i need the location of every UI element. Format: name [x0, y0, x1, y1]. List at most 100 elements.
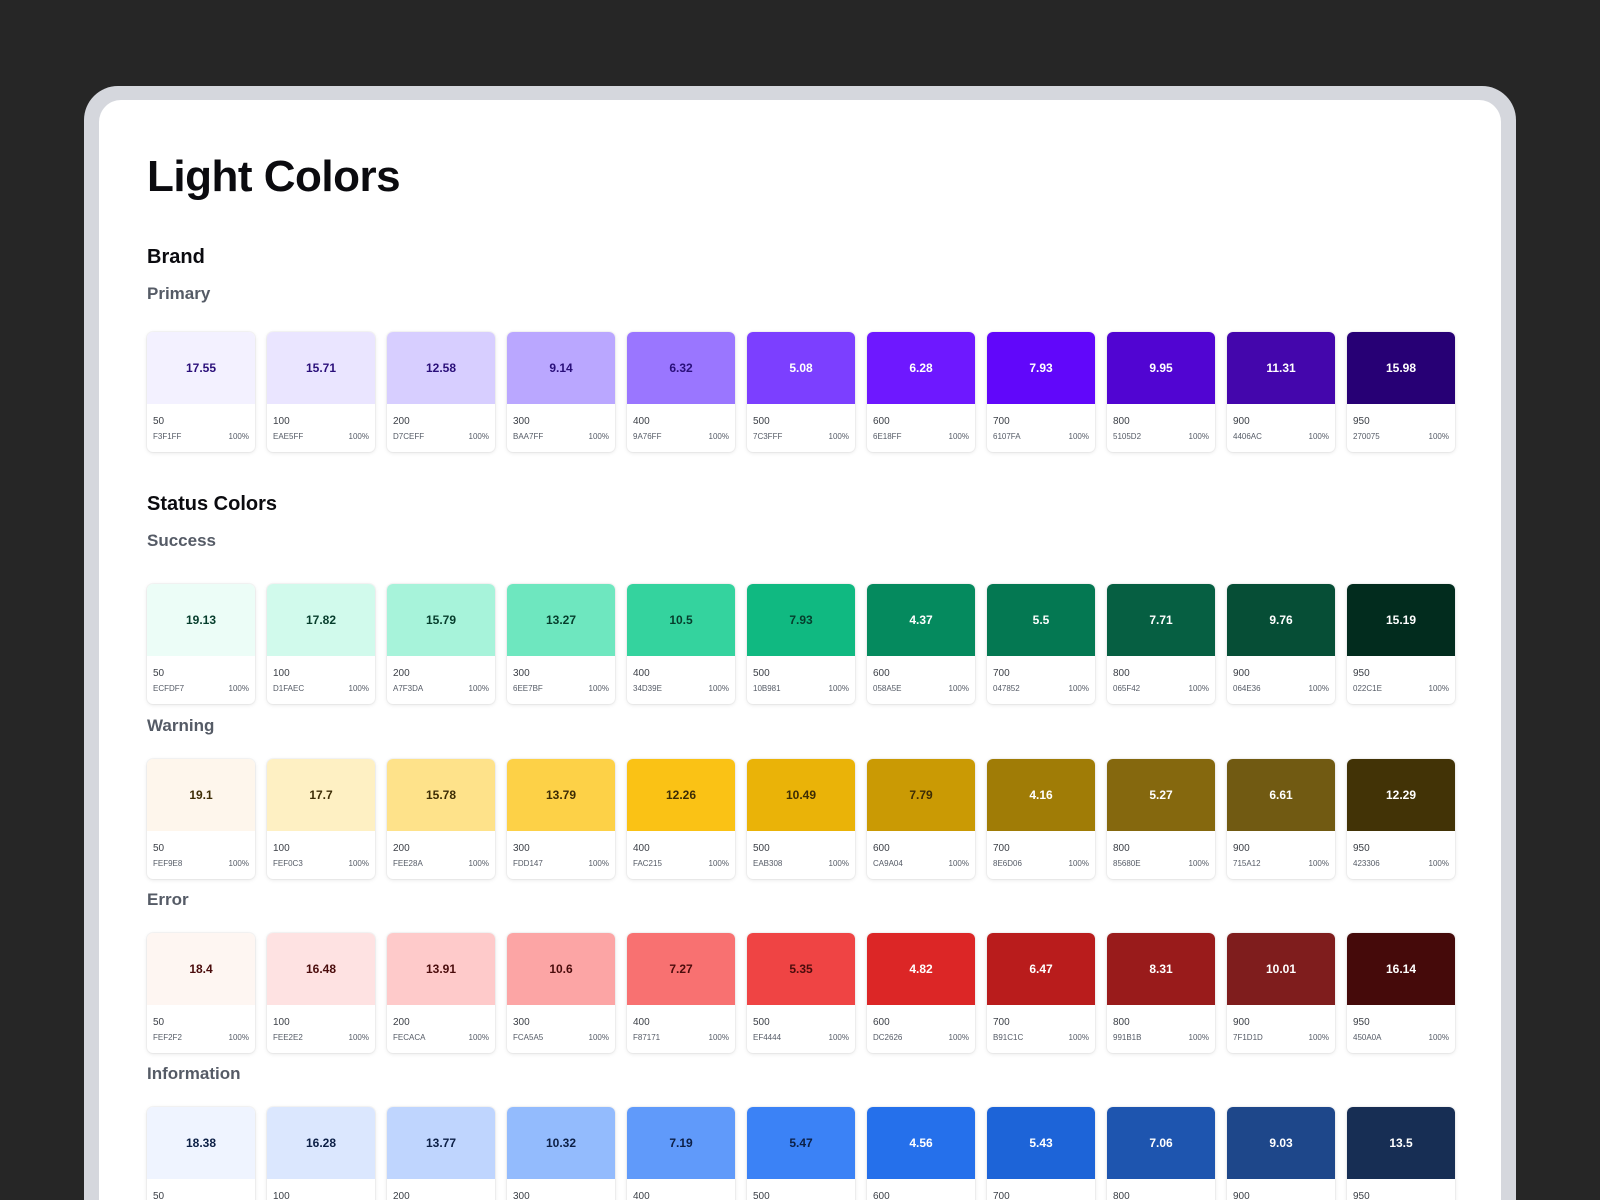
color-swatch[interactable]: 19.1 50 FEF9E8 100%: [147, 759, 255, 879]
color-swatch[interactable]: 5.5 700 047852 100%: [987, 584, 1095, 704]
color-swatch[interactable]: 17.7 100 FEF0C3 100%: [267, 759, 375, 879]
hex-code: FECACA: [393, 1033, 426, 1042]
color-swatch[interactable]: 6.32 400 9A76FF 100%: [627, 332, 735, 452]
swatch-meta: 500 EF4444 100%: [747, 1005, 855, 1042]
hex-opacity-line: FEF0C3 100%: [273, 859, 369, 868]
opacity-value: 100%: [348, 684, 369, 693]
swatch-meta: 400 F87171 100%: [627, 1005, 735, 1042]
color-swatch[interactable]: 9.14 300 BAA7FF 100%: [507, 332, 615, 452]
color-swatch[interactable]: 5.08 500 7C3FFF 100%: [747, 332, 855, 452]
swatch-meta: 200 D7CEFF 100%: [387, 404, 495, 441]
color-swatch[interactable]: 7.71 800 065F42 100%: [1107, 584, 1215, 704]
group-title-primary: Primary: [147, 284, 211, 303]
color-swatch[interactable]: 6.28 600 6E18FF 100%: [867, 332, 975, 452]
color-swatch[interactable]: 10.32 300: [507, 1107, 615, 1200]
shade-step: 100: [273, 668, 290, 679]
color-swatch[interactable]: 4.16 700 8E6D06 100%: [987, 759, 1095, 879]
contrast-ratio: 15.98: [1347, 332, 1455, 404]
color-swatch[interactable]: 4.56 600: [867, 1107, 975, 1200]
hex-code: 7F1D1D: [1233, 1033, 1263, 1042]
swatch-meta: 100 FEF0C3 100%: [267, 831, 375, 868]
color-swatch[interactable]: 16.48 100 FEE2E2 100%: [267, 933, 375, 1053]
color-swatch[interactable]: 9.76 900 064E36 100%: [1227, 584, 1335, 704]
shade-step: 950: [1353, 843, 1370, 854]
shade-step: 950: [1353, 1017, 1370, 1028]
color-swatch[interactable]: 7.27 400 F87171 100%: [627, 933, 735, 1053]
opacity-value: 100%: [588, 859, 609, 868]
group-title-success: Success: [147, 531, 216, 550]
hex-code: 064E36: [1233, 684, 1261, 693]
shade-step: 700: [993, 1017, 1010, 1028]
shade-step: 600: [873, 416, 890, 427]
color-swatch[interactable]: 4.37 600 058A5E 100%: [867, 584, 975, 704]
swatch-meta: 600 CA9A04 100%: [867, 831, 975, 868]
color-swatch[interactable]: 10.01 900 7F1D1D 100%: [1227, 933, 1335, 1053]
color-swatch[interactable]: 19.13 50 ECFDF7 100%: [147, 584, 255, 704]
color-swatch[interactable]: 9.95 800 5105D2 100%: [1107, 332, 1215, 452]
color-swatch[interactable]: 13.91 200 FECACA 100%: [387, 933, 495, 1053]
hex-opacity-line: 065F42 100%: [1113, 684, 1209, 693]
color-swatch[interactable]: 5.43 700: [987, 1107, 1095, 1200]
shade-step: 100: [273, 1017, 290, 1028]
color-swatch[interactable]: 4.82 600 DC2626 100%: [867, 933, 975, 1053]
color-swatch[interactable]: 12.26 400 FAC215 100%: [627, 759, 735, 879]
color-swatch[interactable]: 18.4 50 FEF2F2 100%: [147, 933, 255, 1053]
color-swatch[interactable]: 12.58 200 D7CEFF 100%: [387, 332, 495, 452]
shade-step: 900: [1233, 416, 1250, 427]
contrast-ratio: 13.5: [1347, 1107, 1455, 1179]
color-swatch[interactable]: 16.28 100: [267, 1107, 375, 1200]
section-title-brand: Brand: [147, 246, 205, 268]
contrast-ratio: 10.6: [507, 933, 615, 1005]
contrast-ratio: 5.47: [747, 1107, 855, 1179]
hex-code: 022C1E: [1353, 684, 1382, 693]
color-swatch[interactable]: 5.47 500: [747, 1107, 855, 1200]
shade-step: 600: [873, 1191, 890, 1200]
page-title: Light Colors: [147, 152, 401, 201]
swatch-meta: 500 10B981 100%: [747, 656, 855, 693]
shade-step: 400: [633, 843, 650, 854]
color-swatch[interactable]: 15.19 950 022C1E 100%: [1347, 584, 1455, 704]
color-swatch[interactable]: 13.79 300 FDD147 100%: [507, 759, 615, 879]
color-swatch[interactable]: 6.61 900 715A12 100%: [1227, 759, 1335, 879]
hex-code: 423306: [1353, 859, 1380, 868]
swatch-meta: 400 9A76FF 100%: [627, 404, 735, 441]
swatch-meta: 50 ECFDF7 100%: [147, 656, 255, 693]
color-swatch[interactable]: 11.31 900 4406AC 100%: [1227, 332, 1335, 452]
color-swatch[interactable]: 5.35 500 EF4444 100%: [747, 933, 855, 1053]
color-swatch[interactable]: 16.14 950 450A0A 100%: [1347, 933, 1455, 1053]
color-swatch[interactable]: 13.77 200: [387, 1107, 495, 1200]
color-swatch[interactable]: 15.98 950 270075 100%: [1347, 332, 1455, 452]
color-swatch[interactable]: 17.55 50 F3F1FF 100%: [147, 332, 255, 452]
hex-code: BAA7FF: [513, 432, 544, 441]
color-swatch[interactable]: 13.5 950: [1347, 1107, 1455, 1200]
color-swatch[interactable]: 7.93 500 10B981 100%: [747, 584, 855, 704]
hex-opacity-line: FEE28A 100%: [393, 859, 489, 868]
color-swatch[interactable]: 8.31 800 991B1B 100%: [1107, 933, 1215, 1053]
swatch-meta: 50 FEF2F2 100%: [147, 1005, 255, 1042]
contrast-ratio: 7.79: [867, 759, 975, 831]
hex-code: F3F1FF: [153, 432, 182, 441]
color-swatch[interactable]: 15.71 100 EAE5FF 100%: [267, 332, 375, 452]
color-swatch[interactable]: 15.79 200 A7F3DA 100%: [387, 584, 495, 704]
shade-step: 700: [993, 668, 1010, 679]
color-swatch[interactable]: 17.82 100 D1FAEC 100%: [267, 584, 375, 704]
swatch-meta: 600 6E18FF 100%: [867, 404, 975, 441]
color-swatch[interactable]: 13.27 300 6EE7BF 100%: [507, 584, 615, 704]
color-swatch[interactable]: 7.79 600 CA9A04 100%: [867, 759, 975, 879]
shade-step: 950: [1353, 416, 1370, 427]
color-swatch[interactable]: 7.93 700 6107FA 100%: [987, 332, 1095, 452]
color-swatch[interactable]: 6.47 700 B91C1C 100%: [987, 933, 1095, 1053]
color-swatch[interactable]: 7.19 400: [627, 1107, 735, 1200]
color-swatch[interactable]: 10.5 400 34D39E 100%: [627, 584, 735, 704]
color-swatch[interactable]: 18.38 50: [147, 1107, 255, 1200]
color-swatch[interactable]: 10.6 300 FCA5A5 100%: [507, 933, 615, 1053]
color-swatch[interactable]: 15.78 200 FEE28A 100%: [387, 759, 495, 879]
color-swatch[interactable]: 5.27 800 85680E 100%: [1107, 759, 1215, 879]
color-swatch[interactable]: 9.03 900: [1227, 1107, 1335, 1200]
color-swatch[interactable]: 7.06 800: [1107, 1107, 1215, 1200]
color-swatch[interactable]: 12.29 950 423306 100%: [1347, 759, 1455, 879]
color-swatch[interactable]: 10.49 500 EAB308 100%: [747, 759, 855, 879]
swatch-row-information: 18.38 50 16.28 100 13.77 200 10.32 300 7.19 400 5.…: [147, 1107, 1455, 1200]
opacity-value: 100%: [228, 432, 249, 441]
hex-code: 34D39E: [633, 684, 662, 693]
